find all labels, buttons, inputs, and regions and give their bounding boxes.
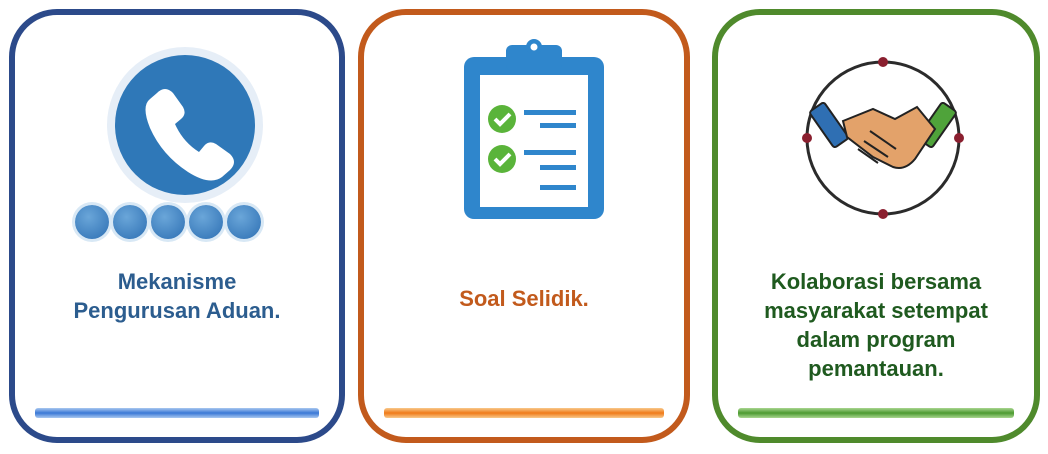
fax-icon bbox=[113, 205, 147, 239]
phone-icon bbox=[107, 47, 263, 203]
accent-bar bbox=[35, 408, 319, 418]
card-community-collaboration: Kolaborasi bersama masyarakat setempat d… bbox=[712, 9, 1040, 443]
card-label: Mekanisme Pengurusan Aduan. bbox=[73, 269, 281, 323]
card-survey: Soal Selidik. bbox=[358, 9, 690, 443]
web-icon bbox=[189, 205, 223, 239]
phone-small-icon bbox=[75, 205, 109, 239]
email-icon bbox=[151, 205, 185, 239]
clipboard-checklist-icon bbox=[464, 39, 604, 219]
facebook-icon bbox=[227, 205, 261, 239]
card-label: Kolaborasi bersama masyarakat setempat d… bbox=[764, 269, 988, 381]
accent-bar bbox=[738, 408, 1014, 418]
contact-channel-icons bbox=[75, 205, 261, 239]
card-complaint-mechanism: Mekanisme Pengurusan Aduan. bbox=[9, 9, 345, 443]
handshake-icon bbox=[802, 57, 964, 219]
accent-bar bbox=[384, 408, 664, 418]
card-label: Soal Selidik. bbox=[459, 286, 589, 311]
